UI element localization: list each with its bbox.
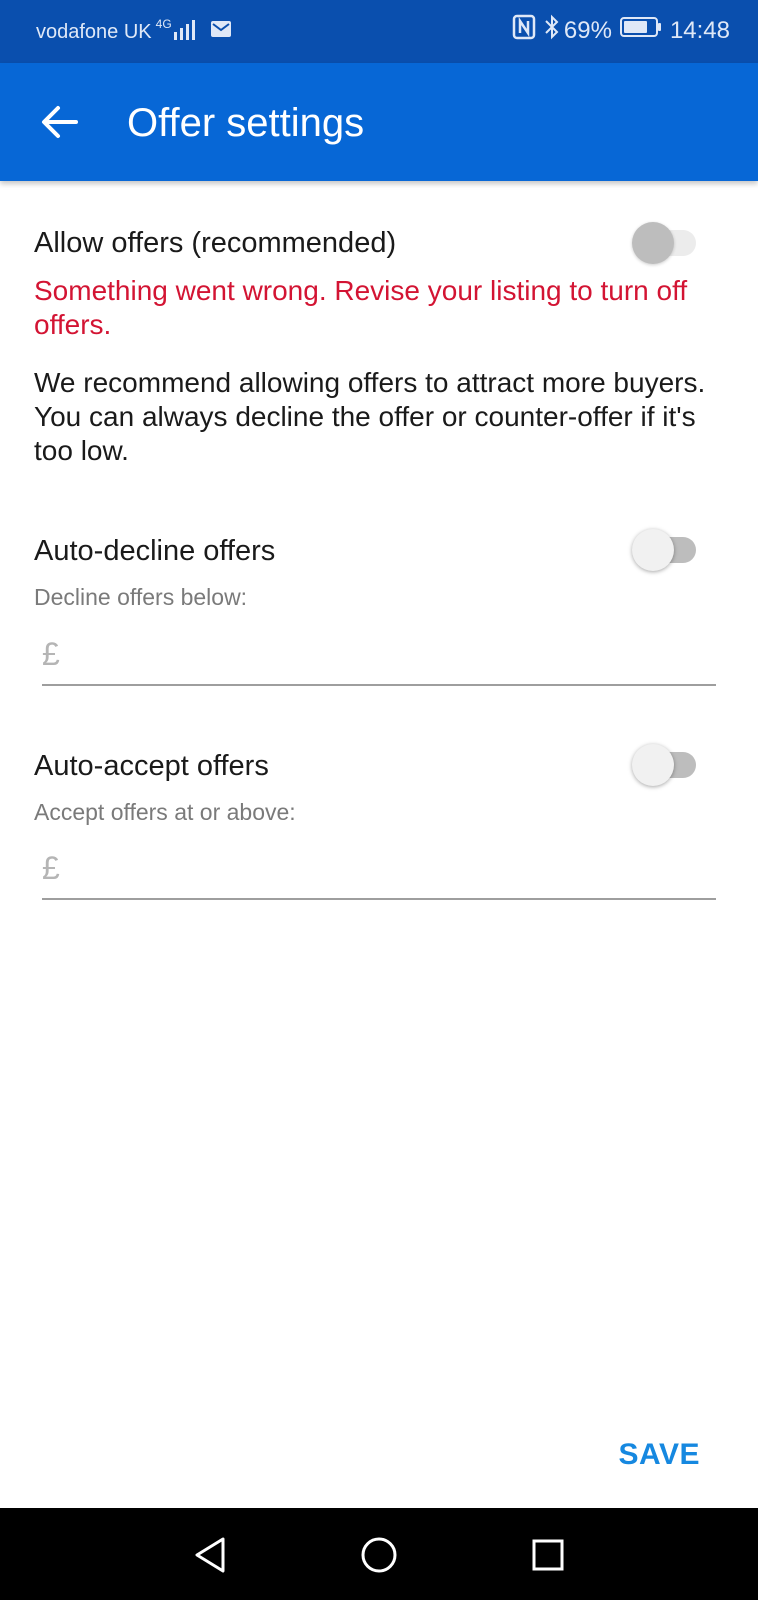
nfc-icon [512, 14, 536, 47]
toggle-thumb [632, 744, 674, 786]
auto-accept-input[interactable] [78, 848, 698, 892]
toggle-thumb [632, 529, 674, 571]
auto-decline-input[interactable] [78, 634, 698, 678]
allow-offers-toggle[interactable] [632, 220, 702, 266]
page-title: Offer settings [127, 101, 365, 145]
auto-accept-toggle[interactable] [632, 742, 702, 788]
arrow-left-icon [42, 106, 78, 138]
toggle-thumb [632, 222, 674, 264]
allow-offers-description: We recommend allowing offers to attract … [34, 367, 706, 466]
mail-icon [210, 20, 232, 44]
recents-square-icon [532, 1539, 564, 1571]
nav-recents-button[interactable] [523, 1530, 573, 1580]
auto-accept-label: Auto-accept offers [34, 750, 269, 782]
allow-offers-error: Something went wrong. Revise your listin… [34, 275, 688, 340]
bluetooth-icon [544, 14, 560, 47]
back-triangle-icon [195, 1537, 225, 1573]
allow-offers-label: Allow offers (recommended) [34, 227, 397, 259]
auto-accept-field[interactable]: £ [42, 840, 716, 900]
battery-percent: 69% [563, 16, 612, 44]
auto-decline-field[interactable]: £ [42, 626, 716, 686]
currency-prefix: £ [42, 636, 60, 672]
status-bar: vodafone UK 4G 69% 14:48 [0, 0, 758, 63]
nav-home-button[interactable] [354, 1530, 404, 1580]
battery-icon [619, 16, 662, 45]
app-bar: Offer settings [0, 63, 758, 181]
carrier-name: vodafone UK [36, 20, 152, 43]
auto-decline-toggle[interactable] [632, 527, 702, 573]
system-nav-bar [0, 1508, 758, 1600]
signal-icon [173, 18, 200, 46]
nav-back-button[interactable] [185, 1530, 235, 1580]
back-button[interactable] [30, 93, 88, 151]
status-right: 69% 14:48 [504, 14, 730, 47]
clock: 14:48 [669, 16, 730, 44]
currency-prefix: £ [42, 850, 60, 886]
auto-decline-label: Auto-decline offers [34, 535, 276, 567]
auto-decline-sublabel: Decline offers below: [34, 584, 248, 610]
status-left: vodafone UK 4G [36, 17, 232, 46]
save-button[interactable]: SAVE [619, 1438, 700, 1472]
network-type: 4G [155, 17, 172, 31]
auto-accept-sublabel: Accept offers at or above: [34, 799, 296, 825]
home-circle-icon [361, 1537, 397, 1573]
